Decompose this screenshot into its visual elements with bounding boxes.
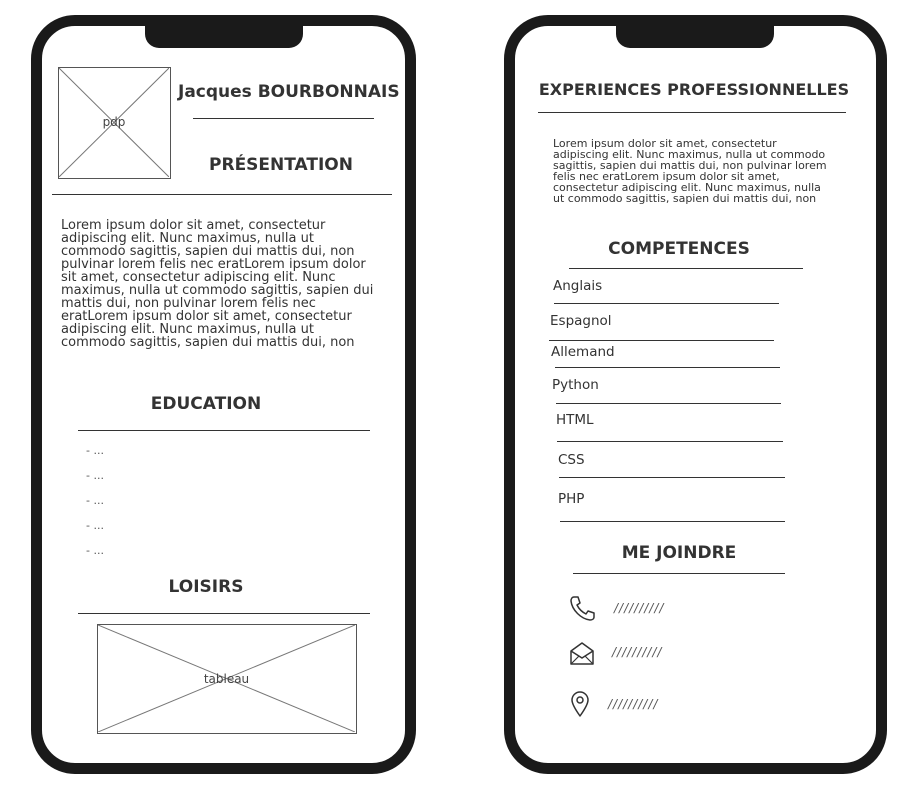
- education-item: - ...: [86, 444, 104, 457]
- location-pin-icon: [569, 690, 591, 718]
- skill-item: Anglais: [553, 278, 603, 294]
- skill-item: Allemand: [551, 344, 615, 360]
- skill-divider: [557, 441, 783, 442]
- mail-icon: [569, 641, 595, 667]
- left-phone-notch: [145, 20, 303, 48]
- experience-underline: [538, 112, 846, 113]
- hobbies-image-label: tableau: [203, 672, 250, 686]
- education-item: - ...: [86, 494, 104, 507]
- hobbies-underline: [78, 613, 370, 614]
- header-divider: [52, 194, 392, 195]
- skill-item: CSS: [558, 452, 585, 468]
- contact-phone-value: //////////: [614, 601, 665, 615]
- skills-underline: [569, 268, 803, 269]
- education-item: - ...: [86, 469, 104, 482]
- profile-photo-label: pdp: [102, 115, 126, 129]
- skill-divider: [559, 477, 785, 478]
- education-title: EDUCATION: [150, 394, 262, 414]
- person-name: Jacques BOURBONNAIS: [178, 82, 400, 102]
- skill-divider: [555, 367, 780, 368]
- experience-text: Lorem ipsum dolor sit amet, consectetur …: [553, 137, 827, 205]
- skill-divider: [554, 303, 779, 304]
- education-item: - ...: [86, 544, 104, 557]
- experience-title: EXPERIENCES PROFESSIONNELLES: [538, 80, 850, 99]
- contact-underline: [573, 573, 785, 574]
- phone-icon: [569, 594, 597, 622]
- right-phone-frame: [504, 15, 887, 774]
- contact-title: ME JOINDRE: [621, 543, 737, 563]
- name-underline: [193, 118, 374, 119]
- skill-divider: [560, 521, 785, 522]
- profile-photo-placeholder: pdp: [58, 67, 171, 179]
- hobbies-image-placeholder: tableau: [97, 624, 357, 734]
- contact-mail-value: //////////: [612, 645, 663, 659]
- skill-divider: [549, 340, 774, 341]
- education-item: - ...: [86, 519, 104, 532]
- right-phone-notch: [616, 20, 774, 48]
- education-underline: [78, 430, 370, 431]
- skill-item: Python: [552, 377, 599, 393]
- skill-item: Espagnol: [550, 313, 612, 329]
- hobbies-title: LOISIRS: [168, 577, 244, 597]
- skills-title: COMPETENCES: [608, 239, 750, 259]
- skill-divider: [556, 403, 781, 404]
- contact-location-value: //////////: [608, 697, 659, 711]
- presentation-text: Lorem ipsum dolor sit amet, consectetur …: [61, 218, 374, 350]
- skill-item: HTML: [556, 412, 594, 428]
- skill-item: PHP: [558, 491, 585, 507]
- presentation-title: PRÉSENTATION: [209, 155, 353, 175]
